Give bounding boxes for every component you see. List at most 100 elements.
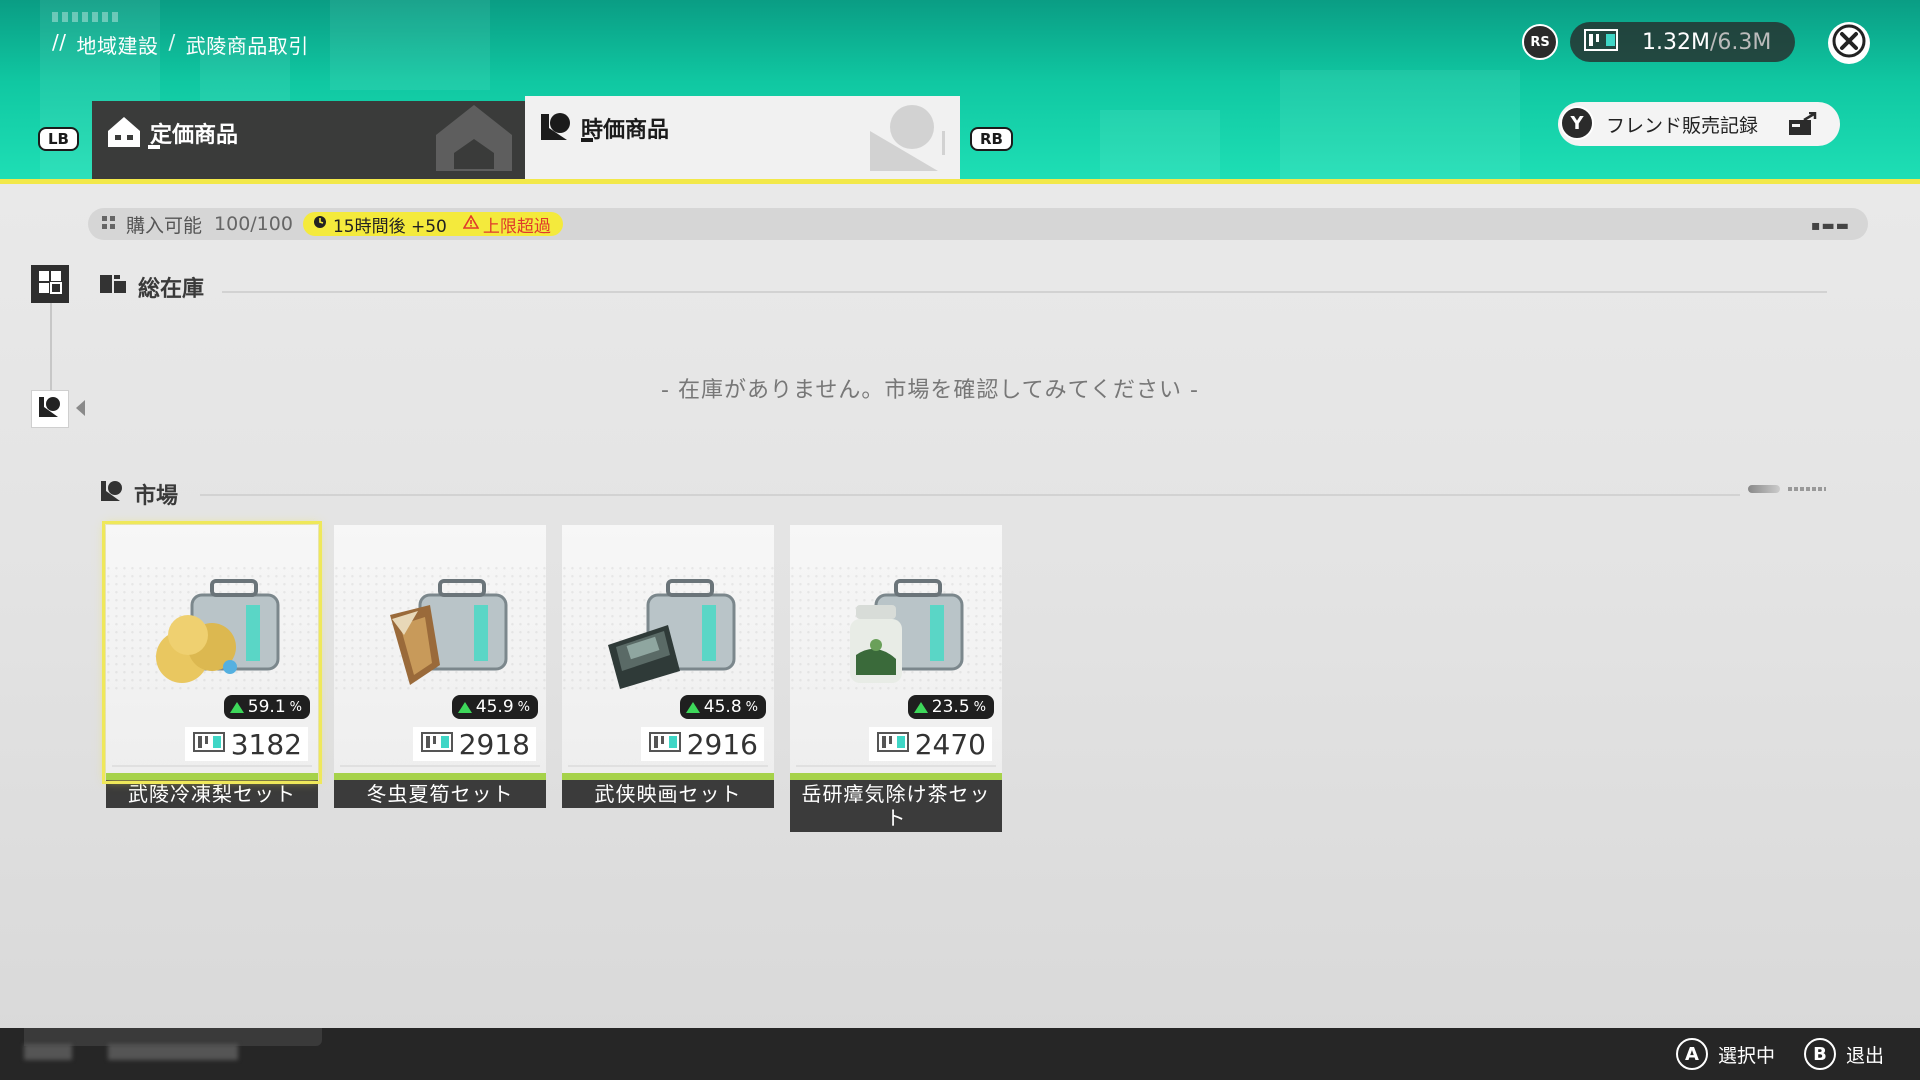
overflow-warning-text: 上限超過 <box>482 216 551 237</box>
friend-sales-record-button[interactable]: フレンド販売記録 <box>1558 102 1840 146</box>
item-name: 岳研瘴気除け茶セット <box>790 780 1002 832</box>
breadcrumb-page: 武陵商品取引 <box>185 34 309 58</box>
flag-icon <box>539 110 573 148</box>
credit-icon <box>192 732 225 756</box>
house-watermark-icon <box>434 103 514 177</box>
tab-fixed-price[interactable]: 定価商品 <box>92 101 526 184</box>
market-item-card[interactable]: 59.1% 3182 武陵冷凍梨セット <box>102 521 322 808</box>
item-name: 冬虫夏筍セット <box>334 780 546 808</box>
clock-icon <box>313 214 327 234</box>
market-deco <box>1748 485 1780 493</box>
price-change-unit: % <box>517 699 530 715</box>
item-name: 武侠映画セット <box>562 780 774 808</box>
market-title: 市場 <box>134 484 179 509</box>
breadcrumb-region[interactable]: 地域建設 <box>76 30 158 59</box>
purchase-count: 100/100 <box>214 213 293 235</box>
item-price: 2918 <box>458 727 530 761</box>
price-change-value: 45.8 <box>703 697 742 717</box>
close-button[interactable] <box>1828 22 1870 64</box>
inventory-icon <box>37 269 63 299</box>
overflow-warning: 上限超過 <box>462 212 551 237</box>
grid-icon <box>102 213 116 235</box>
tea-crate-icon <box>826 575 966 699</box>
footer-blurred-text <box>24 1044 72 1060</box>
market-header: 市場 <box>100 478 178 510</box>
inventory-icon <box>100 273 128 301</box>
footer: A 選択中 B 退出 <box>0 1028 1920 1080</box>
market-item-card[interactable]: 45.9% 2918 冬虫夏筍セット <box>334 525 546 808</box>
hint-select-label: 選択中 <box>1718 1044 1776 1067</box>
card-status-strip <box>562 773 774 780</box>
market-item-body[interactable]: 59.1% 3182 <box>102 521 322 784</box>
breadcrumb-separator: / <box>168 30 176 54</box>
market-item-body[interactable]: 45.8% 2916 <box>562 525 774 780</box>
item-name: 武陵冷凍梨セット <box>106 780 318 808</box>
item-price: 3182 <box>230 727 302 761</box>
house-icon <box>106 115 142 153</box>
rb-button[interactable]: RB <box>970 127 1013 151</box>
header: // 地域建設 / 武陵商品取引 LB 定価商品 時価商品 RB RS 1.32… <box>0 0 1920 184</box>
market-deco <box>1788 487 1826 491</box>
inventory-title: 総在庫 <box>138 277 205 302</box>
item-price: 2916 <box>686 727 758 761</box>
card-divider <box>112 765 312 767</box>
hint-exit[interactable]: B 退出 <box>1804 1038 1884 1070</box>
rail-inventory-button[interactable] <box>31 265 69 303</box>
up-arrow-icon <box>457 701 472 713</box>
warning-icon <box>462 214 480 234</box>
header-deco <box>1280 70 1520 184</box>
up-arrow-icon <box>685 701 700 713</box>
credit-icon <box>420 732 453 756</box>
currency-current: 1.32M <box>1642 29 1710 55</box>
restock-timer-text: 15時間後 +50 <box>332 216 447 237</box>
tab-marker <box>581 138 593 142</box>
currency-max: 6.3M <box>1717 29 1772 55</box>
currency-value: 1.32M/6.3M <box>1642 30 1771 55</box>
b-button[interactable]: B <box>1804 1038 1836 1070</box>
close-icon <box>1832 24 1866 62</box>
card-divider <box>568 765 768 767</box>
lb-button[interactable]: LB <box>38 127 79 151</box>
market-item-card[interactable]: 23.5% 2470 岳研瘴気除け茶セット <box>790 525 1002 832</box>
credit-icon <box>876 732 909 756</box>
more-dots-icon: ▪▬▬ <box>1811 218 1850 234</box>
purchase-limit-bar: 購入可能 100/100 15時間後 +50 上限超過 ▪▬▬ <box>88 208 1868 240</box>
price-change-unit: % <box>973 699 986 715</box>
card-divider <box>796 765 996 767</box>
price-box: 2918 <box>412 727 536 761</box>
inventory-divider <box>222 291 1827 293</box>
bamboo-crate-icon <box>370 575 510 699</box>
restock-timer: 15時間後 +50 上限超過 <box>302 212 563 237</box>
flag-watermark-icon <box>868 101 948 177</box>
market-item-body[interactable]: 23.5% 2470 <box>790 525 1002 780</box>
game-logo <box>52 12 122 22</box>
tab-fixed-price-label: 定価商品 <box>150 123 239 148</box>
price-change-unit: % <box>745 699 758 715</box>
market-divider <box>200 494 1740 496</box>
price-change-unit: % <box>289 699 302 715</box>
item-price: 2470 <box>914 727 986 761</box>
price-change-value: 23.5 <box>931 697 970 717</box>
film-crate-icon <box>598 575 738 699</box>
hint-exit-label: 退出 <box>1846 1044 1885 1067</box>
price-box: 2470 <box>868 727 992 761</box>
rs-button[interactable]: RS <box>1522 24 1558 60</box>
header-deco <box>330 0 490 90</box>
up-arrow-icon <box>229 701 244 713</box>
card-status-strip <box>106 773 318 780</box>
a-button[interactable]: A <box>1676 1038 1708 1070</box>
export-icon <box>1788 111 1818 141</box>
card-status-strip <box>790 773 1002 780</box>
tab-spot-price[interactable]: 時価商品 <box>525 96 960 184</box>
price-box: 2916 <box>640 727 764 761</box>
price-change-value: 45.9 <box>475 697 514 717</box>
credit-icon <box>648 732 681 756</box>
market-item-body[interactable]: 45.9% 2918 <box>334 525 546 780</box>
friend-sales-record-label: フレンド販売記録 <box>1606 114 1759 137</box>
y-button[interactable]: Y <box>1560 106 1594 140</box>
hint-select[interactable]: A 選択中 <box>1676 1038 1775 1070</box>
purchase-label: 購入可能 <box>126 214 203 237</box>
price-change-badge: 59.1% <box>223 695 310 719</box>
up-arrow-icon <box>913 701 928 713</box>
market-item-card[interactable]: 45.8% 2916 武侠映画セット <box>562 525 774 808</box>
